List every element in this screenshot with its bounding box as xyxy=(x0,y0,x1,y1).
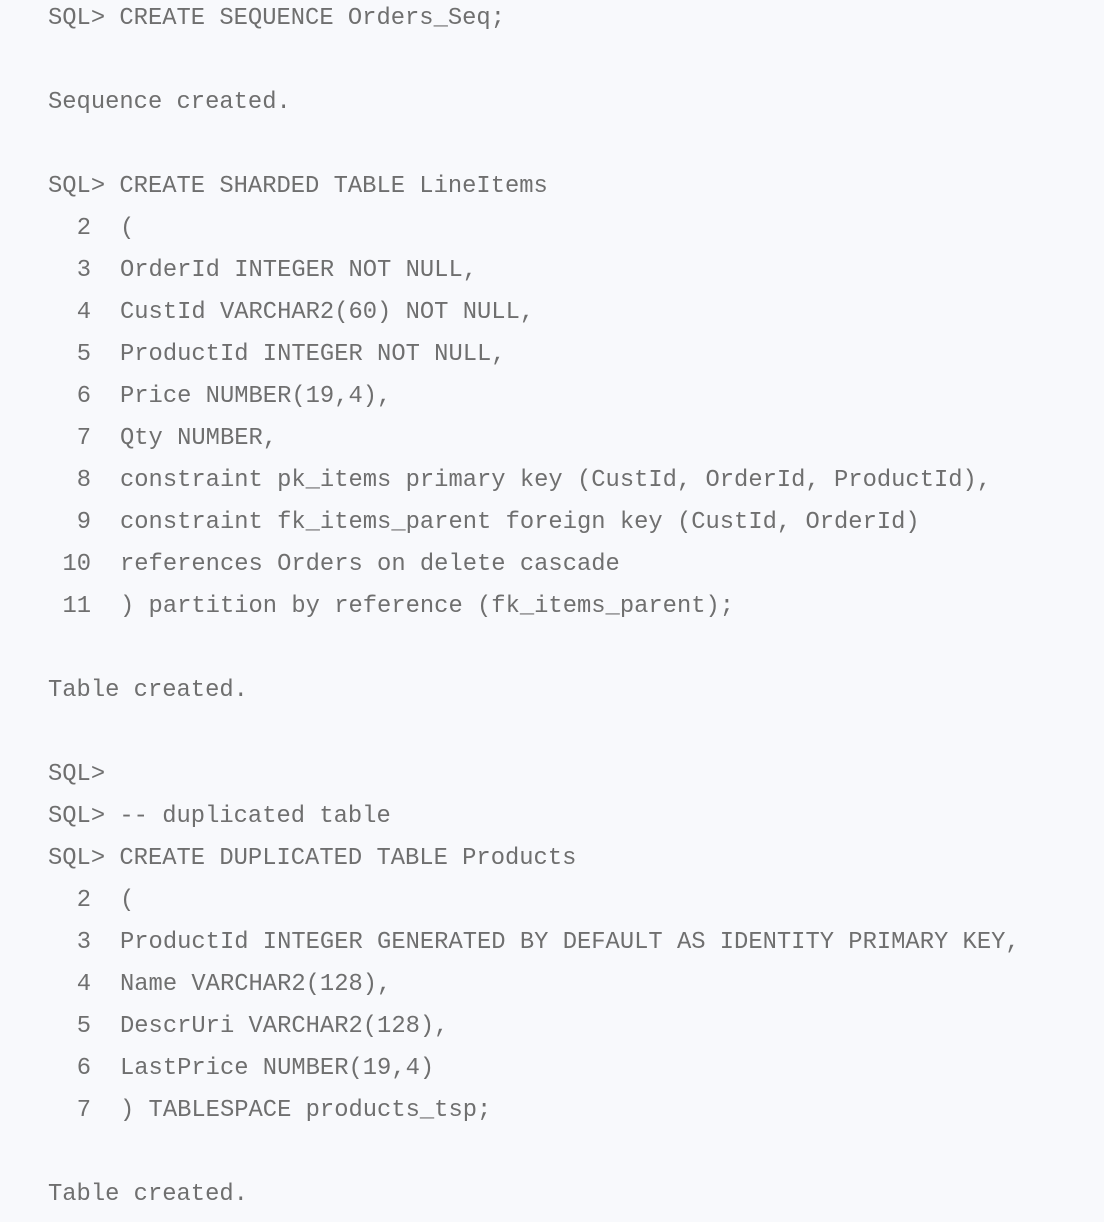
continuation-line: 6 LastPrice NUMBER(19,4) xyxy=(48,1050,1020,1092)
line-text: references Orders on delete cascade xyxy=(120,551,620,578)
continuation-line: 11 ) partition by reference (fk_items_par… xyxy=(48,588,1020,630)
sql-command-line: SQL> -- duplicated table xyxy=(48,798,1020,840)
line-text: ( xyxy=(120,215,135,242)
sql-command-text: CREATE DUPLICATED TABLE Products xyxy=(119,845,577,872)
line-text: ) TABLESPACE products_tsp; xyxy=(120,1097,492,1124)
continuation-line: 8 constraint pk_items primary key (CustId… xyxy=(48,462,1020,504)
line-number: 7 xyxy=(76,1097,91,1124)
line-text: ProductId INTEGER NOT NULL, xyxy=(120,341,506,368)
line-text: ) partition by reference (fk_items_paren… xyxy=(120,593,735,620)
line-number: 11 xyxy=(62,593,91,620)
line-number: 3 xyxy=(76,257,91,284)
line-text: DescrUri VARCHAR2(128), xyxy=(120,1013,449,1040)
line-text: OrderId INTEGER NOT NULL, xyxy=(120,257,478,284)
line-text: LastPrice NUMBER(19,4) xyxy=(120,1055,435,1082)
sql-command-text: CREATE SHARDED TABLE LineItems xyxy=(119,173,548,200)
line-text: CustId VARCHAR2(60) NOT NULL, xyxy=(120,299,535,326)
continuation-line: 4 CustId VARCHAR2(60) NOT NULL, xyxy=(48,294,1020,336)
sql-prompt: SQL> xyxy=(48,761,106,788)
line-number: 2 xyxy=(76,887,91,914)
line-number: 8 xyxy=(76,467,91,494)
sql-prompt: SQL> xyxy=(48,5,106,32)
line-number: 2 xyxy=(76,215,91,242)
line-number: 4 xyxy=(76,299,91,326)
sql-command-text: CREATE SEQUENCE Orders_Seq; xyxy=(119,5,505,32)
sql-prompt: SQL> xyxy=(48,173,106,200)
continuation-line: 3 OrderId INTEGER NOT NULL, xyxy=(48,252,1020,294)
continuation-line: 10 references Orders on delete cascade xyxy=(48,546,1020,588)
line-text: ( xyxy=(120,887,135,914)
line-text: Name VARCHAR2(128), xyxy=(120,971,392,998)
continuation-line: 5 ProductId INTEGER NOT NULL, xyxy=(48,336,1020,378)
sql-output-line: Table created. xyxy=(48,1181,248,1208)
line-text: constraint pk_items primary key (CustId,… xyxy=(120,467,992,494)
line-number: 6 xyxy=(76,383,91,410)
line-text: Price NUMBER(19,4), xyxy=(120,383,392,410)
line-number: 5 xyxy=(76,1013,91,1040)
continuation-line: 6 Price NUMBER(19,4), xyxy=(48,378,1020,420)
line-number: 7 xyxy=(76,425,91,452)
sql-prompt: SQL> xyxy=(48,803,106,830)
continuation-line: 3 ProductId INTEGER GENERATED BY DEFAULT … xyxy=(48,924,1020,966)
sql-output-line: Table created. xyxy=(48,677,248,704)
continuation-line: 4 Name VARCHAR2(128), xyxy=(48,966,1020,1008)
line-text: constraint fk_items_parent foreign key (… xyxy=(120,509,920,536)
sql-prompt: SQL> xyxy=(48,845,106,872)
continuation-line: 2( xyxy=(48,210,1020,252)
sql-comment-text: -- duplicated table xyxy=(119,803,391,830)
sql-output-line: Sequence created. xyxy=(48,89,291,116)
sql-command-line: SQL> CREATE DUPLICATED TABLE Products xyxy=(48,840,1020,882)
continuation-line: 2( xyxy=(48,882,1020,924)
continuation-line: 7 ) TABLESPACE products_tsp; xyxy=(48,1092,1020,1134)
line-number: 4 xyxy=(76,971,91,998)
line-number: 9 xyxy=(76,509,91,536)
line-number: 3 xyxy=(76,929,91,956)
continuation-line: 5 DescrUri VARCHAR2(128), xyxy=(48,1008,1020,1050)
line-text: Qty NUMBER, xyxy=(120,425,278,452)
continuation-line: 9 constraint fk_items_parent foreign key … xyxy=(48,504,1020,546)
sql-command-line: SQL> CREATE SEQUENCE Orders_Seq; xyxy=(48,0,1020,42)
sql-console-transcript: SQL> CREATE SEQUENCE Orders_Seq; Sequenc… xyxy=(48,0,1020,1218)
line-text: ProductId INTEGER GENERATED BY DEFAULT A… xyxy=(120,929,1020,956)
line-number: 5 xyxy=(76,341,91,368)
sql-command-line: SQL> xyxy=(48,756,1020,798)
continuation-line: 7 Qty NUMBER, xyxy=(48,420,1020,462)
sql-command-line: SQL> CREATE SHARDED TABLE LineItems xyxy=(48,168,1020,210)
line-number: 6 xyxy=(76,1055,91,1082)
line-number: 10 xyxy=(62,551,91,578)
